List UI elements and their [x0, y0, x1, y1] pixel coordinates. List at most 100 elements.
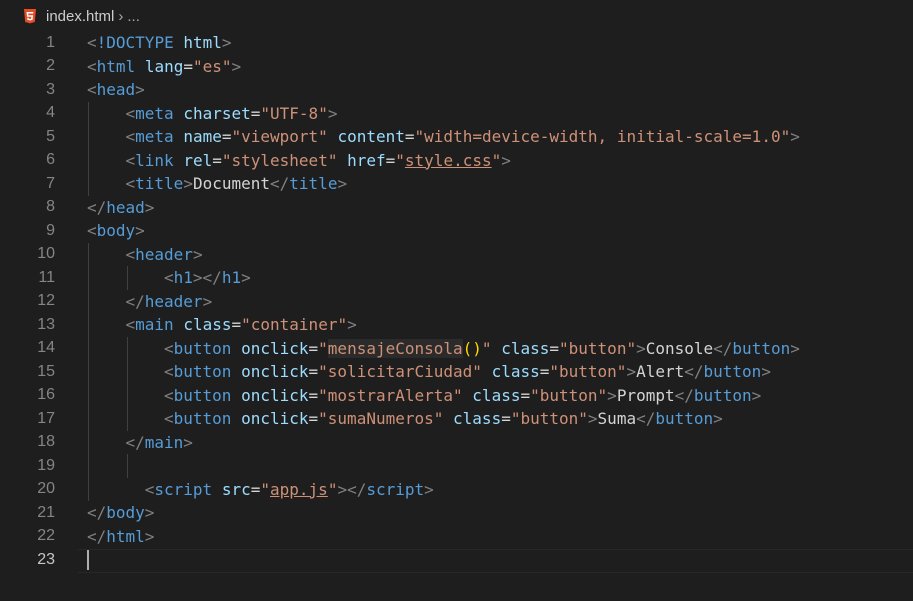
code-token: html: [106, 526, 145, 546]
code-token: class: [453, 409, 502, 429]
code-token: "viewport": [231, 127, 328, 147]
code-line[interactable]: 21 </body>: [0, 501, 913, 525]
code-token: button: [703, 362, 762, 382]
code-token: Alert: [636, 362, 685, 382]
code-token: meta: [135, 103, 174, 123]
line-number: 14: [37, 339, 55, 357]
code-token: <: [125, 244, 136, 264]
code-line[interactable]: 13 <main class="container">: [0, 313, 913, 337]
code-line[interactable]: 8 </head>: [0, 196, 913, 220]
code-token: >: [337, 174, 348, 194]
code-token: title: [289, 174, 338, 194]
code-token: h1: [173, 268, 193, 288]
code-text: <button onclick="solicitarCiudad" class=…: [164, 362, 771, 381]
code-token: main: [144, 432, 184, 452]
code-token: <: [125, 103, 136, 123]
code-token: <: [164, 268, 174, 288]
code-text: <button onclick="mensajeConsola()" class…: [164, 338, 800, 358]
code-line[interactable]: 11 <h1></h1>: [0, 266, 913, 290]
code-token: >: [192, 244, 203, 264]
code-line[interactable]: 14 <button onclick="mensajeConsola()" cla…: [0, 337, 913, 361]
code-token: <: [125, 127, 136, 147]
code-text: <!DOCTYPE html>: [87, 33, 232, 52]
code-text: </head>: [87, 198, 154, 217]
code-text: <header>: [126, 245, 203, 264]
line-number: 1: [46, 33, 55, 51]
code-token: <: [144, 479, 155, 499]
code-line[interactable]: 1 <!DOCTYPE html>: [0, 31, 913, 55]
text-cursor: [87, 550, 89, 570]
code-token: <: [87, 221, 97, 241]
code-token: ": [491, 150, 502, 170]
code-token: =: [231, 315, 242, 335]
indent-guide: [88, 242, 89, 501]
code-line[interactable]: 9 <body>: [0, 219, 913, 243]
code-editor[interactable]: 1 <!DOCTYPE html> 2 <html lang="es"> 3 <head>…: [0, 32, 913, 601]
code-line[interactable]: 2 <html lang="es">: [0, 55, 913, 79]
code-line[interactable]: 16 <button onclick="mostrarAlerta" class=…: [0, 384, 913, 408]
code-line[interactable]: 6 <link rel="stylesheet" href="style.css"…: [0, 149, 913, 173]
code-line[interactable]: 17 <button onclick="sumaNumeros" class="b…: [0, 407, 913, 431]
code-token: "button": [559, 338, 637, 358]
code-token: button: [173, 362, 232, 382]
code-line[interactable]: 7 <title>Document</title>: [0, 172, 913, 196]
code-token: >: [347, 315, 357, 335]
code-text: </header>: [126, 292, 213, 311]
code-line[interactable]: 4 <meta charset="UTF-8">: [0, 102, 913, 126]
code-token: ": [260, 479, 271, 499]
code-line[interactable]: 12 </header>: [0, 290, 913, 314]
code-token: mensajeConsola: [327, 338, 463, 358]
line-number: 11: [38, 268, 55, 286]
code-token: =: [308, 385, 319, 405]
code-token: </: [87, 503, 107, 523]
line-number: 7: [46, 174, 55, 192]
line-number: 22: [37, 527, 55, 545]
code-line[interactable]: 20 <script src="app.js"></script>: [0, 478, 913, 502]
code-token: >: [761, 362, 771, 382]
code-line[interactable]: 23: [0, 548, 913, 572]
code-token: onclick: [241, 385, 309, 405]
code-token: header: [144, 291, 203, 311]
code-token: >: [626, 362, 637, 382]
code-token: <: [125, 174, 136, 194]
code-token: >: [202, 291, 213, 311]
line-number: 19: [37, 456, 55, 474]
code-line[interactable]: 19: [0, 454, 913, 478]
code-text: <script src="app.js"></script>: [145, 480, 434, 499]
line-number: 10: [37, 245, 55, 263]
code-token: class: [472, 385, 521, 405]
code-line[interactable]: 5 <meta name="viewport" content="width=de…: [0, 125, 913, 149]
code-token: script: [154, 479, 213, 499]
html5-icon: [24, 9, 36, 24]
code-token: >: [327, 103, 338, 123]
code-token: "mostrarAlerta": [318, 385, 463, 405]
code-token: </: [270, 174, 290, 194]
line-number: 3: [46, 80, 55, 98]
code-token: button: [173, 385, 232, 405]
code-token: "width=device-width, initial-scale=1.0": [414, 127, 791, 147]
code-token: onclick: [241, 362, 309, 382]
code-token: >: [751, 385, 762, 405]
code-token: charset: [183, 103, 251, 123]
breadcrumb-more[interactable]: ...: [127, 8, 140, 25]
code-line[interactable]: 22 </html>: [0, 525, 913, 549]
code-token: name: [183, 127, 222, 147]
code-line[interactable]: 15 <button onclick="solicitarCiudad" clas…: [0, 360, 913, 384]
code-token: =: [308, 409, 319, 429]
code-token: <: [125, 315, 136, 335]
code-token: script: [366, 479, 425, 499]
code-token: button: [732, 338, 791, 358]
code-line[interactable]: 18 </main>: [0, 431, 913, 455]
code-token: >: [183, 432, 193, 452]
breadcrumb-file[interactable]: index.html: [46, 8, 114, 25]
code-line[interactable]: 10 <header>: [0, 243, 913, 267]
code-line[interactable]: 3 <head>: [0, 78, 913, 102]
code-token: content: [337, 127, 405, 147]
code-token: >: [183, 174, 193, 194]
code-token: <: [164, 338, 174, 358]
